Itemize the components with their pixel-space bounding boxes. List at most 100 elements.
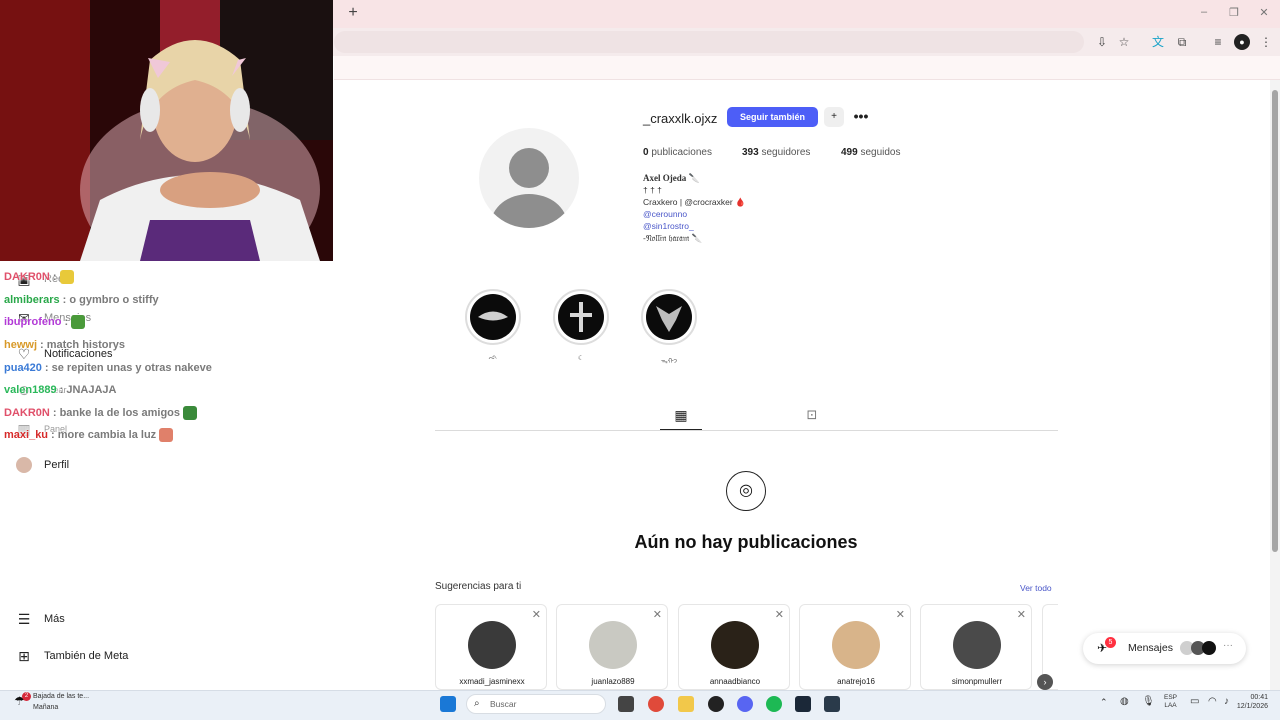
following-stat[interactable]: 499 seguidos [841,147,901,158]
chat-text: : more cambia la luz [51,429,157,442]
sidebar-item-label: Perfil [44,459,70,471]
story-highlight[interactable] [641,289,697,345]
maximize-button[interactable]: ❐ [1226,6,1242,20]
suggestion-avatar[interactable] [953,621,1001,669]
chat-username[interactable]: hewwj [4,339,37,351]
bio-line: Craxkero | @crocraxker 🩸 [643,197,746,207]
address-bar[interactable] [334,31,1084,53]
suggestion-username[interactable]: annaadbianco [679,677,791,686]
chrome-icon[interactable] [648,696,664,712]
scrollbar-thumb[interactable] [1272,90,1278,552]
notification-badge: 2 [22,692,31,701]
suggestion-avatar[interactable] [711,621,759,669]
webcam-overlay [0,0,333,261]
story-highlight[interactable] [553,289,609,345]
weather-text[interactable]: Bajada de las te... [33,693,89,700]
suggestion-card[interactable]: ✕ simonpmullerr [920,604,1032,690]
volume-icon[interactable]: ♪ [1224,696,1229,707]
sidebar-item-more[interactable]: ☰ Más [16,611,65,627]
chat-username[interactable]: almiberars [4,294,60,306]
chat-emote-icon [59,270,74,285]
bio-mention-link[interactable]: @cerounno [643,209,687,219]
chevron-right-icon[interactable]: › [1037,674,1053,690]
new-tab-button[interactable]: + [344,4,362,22]
task-view-icon[interactable] [618,696,634,712]
highlight-cover [646,294,692,340]
avatar-placeholder-head [509,148,549,188]
app-icon[interactable] [708,696,724,712]
close-window-button[interactable]: ✕ [1256,6,1272,20]
suggestion-username[interactable]: simonpmullerr [921,677,1033,686]
followers-stat[interactable]: 393 seguidores [742,147,810,158]
wifi-icon[interactable]: ◠ [1208,696,1217,707]
close-icon[interactable]: ✕ [775,608,784,621]
clock[interactable]: 00:41 12/1/2026 [1230,693,1268,711]
kebab-menu-icon[interactable]: ⋮ [1258,34,1274,50]
close-icon[interactable]: ✕ [896,608,905,621]
avatar [1202,641,1216,655]
avatar-placeholder-body [491,194,567,228]
chat-username[interactable]: DAKR0N [4,407,50,419]
bio-mention-link[interactable]: @sin1rostro_ [643,221,694,231]
follow-back-button[interactable]: Seguir también [727,107,818,127]
suggestion-username[interactable]: anatrejo16 [800,677,912,686]
translate-icon[interactable]: 文 [1150,34,1166,50]
extensions-icon[interactable]: ⧉ [1174,34,1190,50]
steam-icon[interactable] [795,696,811,712]
suggestion-avatar[interactable] [589,621,637,669]
network-icon[interactable]: ◍ [1120,696,1129,707]
search-icon: ⌕ [474,698,480,709]
suggestion-card[interactable]: ✕ juanlazo889 [556,604,668,690]
windows-start-icon[interactable] [440,696,456,712]
story-highlight[interactable] [465,289,521,345]
chat-username[interactable]: pua420 [4,362,42,374]
suggest-users-button[interactable]: + [824,107,844,127]
chat-message: ibuprofeno: [4,311,334,334]
profile-avatar [16,457,32,473]
sidebar-item-meta[interactable]: ⊞ También de Meta [16,648,128,664]
tab-tagged[interactable]: ⊡ [800,404,824,426]
grid-icon: ▦ [674,407,688,423]
close-icon[interactable]: ✕ [653,608,662,621]
suggestion-username[interactable]: xxmadi_jasminexx [436,677,548,686]
chevron-up-icon[interactable]: ⌃ [1100,697,1108,708]
close-icon[interactable]: ✕ [532,608,541,621]
chat-username[interactable]: DAKR0N [4,271,50,283]
reading-list-icon[interactable]: ≡ [1210,34,1226,50]
file-explorer-icon[interactable] [678,696,694,712]
language-indicator[interactable]: ESP LAA [1164,694,1177,710]
profile-icon[interactable]: ● [1234,34,1250,50]
chat-username[interactable]: valen1889 [4,384,57,396]
suggestion-username[interactable]: juanlazo889 [557,677,669,686]
microphone-icon[interactable]: 🎙 [1142,696,1155,707]
messages-pill[interactable]: ✈ 5 Mensajes ··· [1083,633,1246,664]
profile-avatar[interactable] [479,128,579,228]
menu-icon: ☰ [17,611,31,627]
taskbar-search[interactable]: ⌕ Buscar [466,694,606,714]
chat-text: : match historys [40,339,125,352]
sidebar-item-profile[interactable]: Perfil [16,457,69,473]
display-icon[interactable]: ▭ [1190,696,1199,707]
star-icon[interactable]: ☆ [1116,34,1132,50]
chat-message: valen1889: JNAJAJA [4,379,334,402]
minimize-button[interactable]: – [1196,6,1212,20]
chat-username[interactable]: maxi_ku [4,429,48,441]
suggestion-card[interactable]: ✕ xxmadi_jasminexx [435,604,547,690]
suggestion-card[interactable]: ✕ anatrejo16 [799,604,911,690]
suggestion-avatar[interactable] [832,621,880,669]
close-icon[interactable]: ✕ [1017,608,1026,621]
tab-posts[interactable]: ▦ [660,404,702,430]
suggestion-avatar[interactable] [468,621,516,669]
following-label: seguidos [860,147,901,158]
steam-icon[interactable] [824,696,840,712]
spotify-icon[interactable] [766,696,782,712]
more-options-button[interactable]: ••• [851,107,871,127]
discord-icon[interactable] [737,696,753,712]
more-dots-icon: ··· [1223,640,1233,651]
suggestion-card[interactable]: ✕ annaadbianco [678,604,790,690]
chat-username[interactable]: ibuprofeno [4,316,61,328]
see-all-link[interactable]: Ver todo [1020,583,1052,593]
webcam-image [0,0,333,261]
time: 00:41 [1250,694,1268,701]
install-app-icon[interactable]: ⇩ [1094,34,1110,50]
